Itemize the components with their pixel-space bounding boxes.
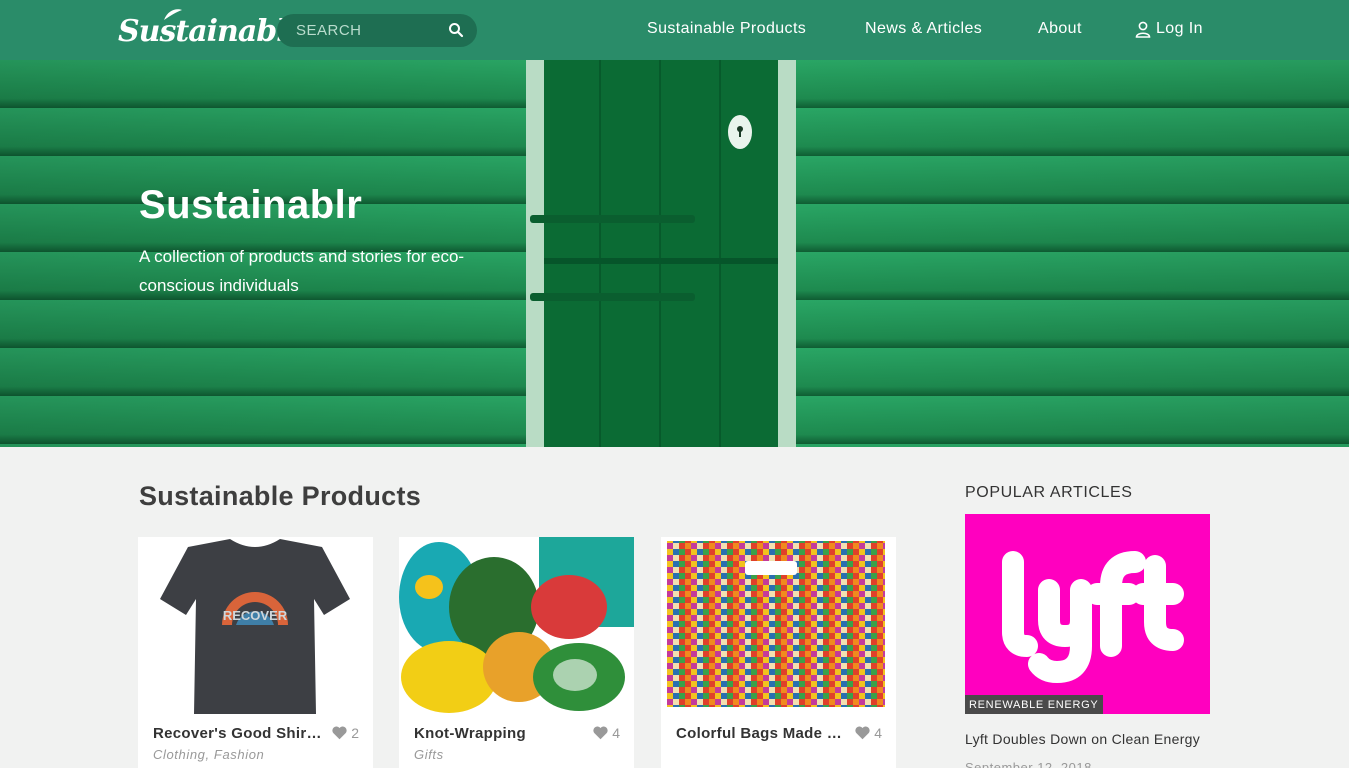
svg-text:RECOVER: RECOVER [223, 608, 288, 623]
hero-subtitle: A collection of products and stories for… [139, 247, 465, 295]
like-count[interactable]: 2 [332, 725, 359, 741]
like-count-value: 4 [612, 725, 620, 741]
hero-title: Sustainablr [139, 183, 363, 227]
heart-icon[interactable] [855, 726, 870, 740]
like-count-value: 4 [874, 725, 882, 741]
product-image-colorful-bags[interactable] [661, 537, 896, 714]
search-input[interactable] [277, 14, 442, 47]
heart-icon[interactable] [593, 726, 608, 740]
product-card-knot-wrapping[interactable]: Knot-Wrapping 4 Gifts [399, 537, 634, 768]
product-title[interactable]: Recover's Good Shirts... [153, 725, 323, 742]
logo-text[interactable]: Sustainablr [118, 14, 302, 49]
site-logo[interactable]: Sustainablr [118, 8, 302, 52]
product-image-shirt[interactable]: RECOVER [138, 537, 373, 714]
article-date: September 12, 2018 [965, 760, 1092, 768]
product-card-colorful-bags[interactable]: Colorful Bags Made O... 4 [661, 537, 896, 768]
product-title[interactable]: Colorful Bags Made O... [676, 725, 846, 742]
popular-articles-heading: POPULAR ARTICLES [965, 484, 1133, 501]
lyft-logo [1002, 551, 1184, 683]
product-title[interactable]: Knot-Wrapping [414, 725, 584, 742]
article-image-lyft[interactable]: RENEWABLE ENERGY [965, 514, 1210, 714]
nav-link-products[interactable]: Sustainable Products [647, 20, 806, 38]
product-image-knot-wrapping[interactable] [399, 537, 634, 714]
hero-banner: Sustainablr A collection of products and… [0, 60, 1349, 447]
nav-link-about[interactable]: About [1038, 20, 1082, 38]
article-title[interactable]: Lyft Doubles Down on Clean Energy [965, 731, 1200, 747]
top-navbar: Sustainablr Sustainable Products News & … [0, 0, 1349, 60]
search-box[interactable] [277, 14, 477, 47]
like-count[interactable]: 4 [593, 725, 620, 741]
like-count[interactable]: 4 [855, 725, 882, 741]
heart-icon[interactable] [332, 726, 347, 740]
products-heading: Sustainable Products [139, 481, 422, 511]
article-category-badge[interactable]: RENEWABLE ENERGY [965, 695, 1104, 714]
product-card-shirt[interactable]: RECOVER Recover's Good Shirts... 2 Cloth… [138, 537, 373, 768]
product-category[interactable]: Gifts [414, 747, 444, 762]
like-count-value: 2 [351, 725, 359, 741]
leaf-icon [164, 9, 182, 20]
product-category[interactable]: Clothing, Fashion [153, 747, 264, 762]
search-icon[interactable] [448, 22, 464, 38]
nav-link-news[interactable]: News & Articles [865, 20, 982, 38]
nav-link-login[interactable]: Log In [1156, 20, 1203, 38]
user-icon[interactable] [1135, 21, 1151, 38]
